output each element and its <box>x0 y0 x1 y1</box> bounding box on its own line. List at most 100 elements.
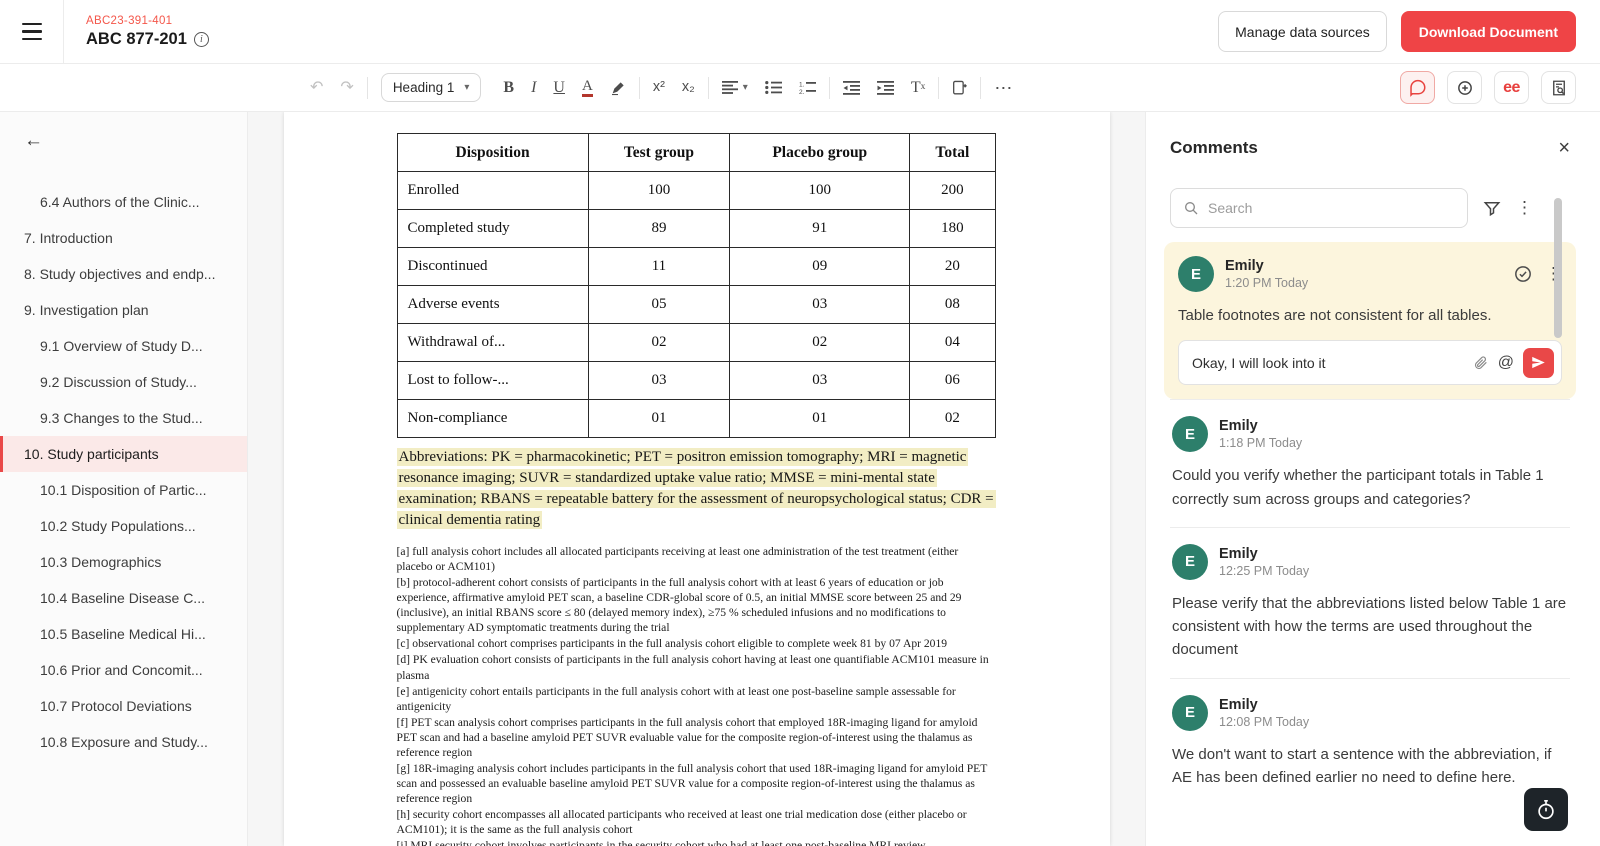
comment-author: Emily <box>1225 258 1264 274</box>
sidebar-item[interactable]: 9.2 Discussion of Study... <box>0 364 247 400</box>
avatar: E <box>1172 543 1208 580</box>
comment-search-input[interactable] <box>1208 200 1455 216</box>
avatar: E <box>1172 416 1208 453</box>
add-annotation-button[interactable] <box>1447 71 1482 104</box>
comments-menu-icon[interactable]: ⋮ <box>1516 198 1533 218</box>
sidebar-item[interactable]: 10. Study participants <box>0 436 247 472</box>
sidebar-item[interactable]: 10.5 Baseline Medical Hi... <box>0 616 247 652</box>
table-cell: Completed study <box>396 209 589 248</box>
reply-box: @ <box>1178 340 1562 386</box>
divider <box>938 76 940 99</box>
table-cell: Discontinued <box>396 247 589 286</box>
comments-toggle-button[interactable] <box>1400 71 1435 104</box>
superscript-button[interactable]: x² <box>653 80 665 95</box>
highlighter-icon[interactable] <box>610 80 626 96</box>
sidebar-item[interactable]: 10.2 Study Populations... <box>0 508 247 544</box>
document-page[interactable]: Disposition Test group Placebo group Total … <box>283 112 1110 846</box>
table-cell: Non-compliance <box>396 399 589 438</box>
comments-list: EEmily1:20 PM Today⋮Table footnotes are … <box>1164 242 1576 806</box>
chevron-down-icon: ▾ <box>742 81 748 93</box>
attach-icon[interactable] <box>1473 355 1489 371</box>
comments-panel-title: Comments <box>1170 138 1258 157</box>
redo-icon[interactable]: ↷ <box>340 79 353 96</box>
sidebar-item[interactable]: 10.6 Prior and Concomit... <box>0 652 247 688</box>
brand-logo: ee <box>1503 78 1520 96</box>
doc-table-body: Enrolled 100 100 200 Completed study 89 91 180 D… <box>396 171 996 438</box>
comment-time: 12:25 PM Today <box>1219 563 1310 578</box>
sidebar-item[interactable]: 9. Investigation plan <box>0 292 247 328</box>
comment-author: Emily <box>1219 696 1258 713</box>
table-row: Withdrawal of... 02 02 04 <box>396 323 996 362</box>
comment[interactable]: E Emily 12:25 PM Today Please verify that t… <box>1170 528 1570 678</box>
comment-time: 12:08 PM Today <box>1219 714 1310 729</box>
clear-formatting-x: x <box>920 81 926 92</box>
toc-list: 6.4 Authors of the Clinic... 7. Introduct… <box>0 184 247 760</box>
indent-button[interactable] <box>876 80 894 95</box>
table-cell: 01 <box>587 399 731 438</box>
comment-meta: Emily 12:08 PM Today <box>1219 697 1309 729</box>
sidebar-item[interactable]: 10.8 Exposure and Study... <box>0 724 247 760</box>
copy-format-icon[interactable] <box>952 80 968 96</box>
hamburger-menu-icon[interactable] <box>0 0 64 64</box>
table-cell: Withdrawal of... <box>396 323 589 362</box>
sidebar-item[interactable]: 10.3 Demographics <box>0 544 247 580</box>
numbered-list-button[interactable]: 1. 2. <box>799 81 816 95</box>
more-options-icon[interactable]: ⋯ <box>994 79 1012 97</box>
comment-text: Table footnotes are not consistent for a… <box>1178 307 1492 324</box>
bullet-list-button[interactable] <box>765 81 782 94</box>
sidebar-item[interactable]: 10.1 Disposition of Partic... <box>0 472 247 508</box>
highlighted-text: Abbreviations: PK = pharmacokinetic; PET… <box>396 448 996 529</box>
comment-header: E Emily 1:18 PM Today <box>1172 416 1568 453</box>
sidebar-item[interactable]: 6.4 Authors of the Clinic... <box>0 184 247 220</box>
sidebar-item[interactable]: 7. Introduction <box>0 220 247 256</box>
close-icon[interactable]: × <box>1558 138 1570 158</box>
divider <box>828 76 830 99</box>
table-cell: 89 <box>587 209 731 248</box>
table-cell: Lost to follow-... <box>396 361 589 400</box>
comment[interactable]: E Emily 12:08 PM Today We don't want to sta… <box>1170 679 1570 806</box>
timer-button[interactable] <box>1524 788 1568 831</box>
brand-logo-button[interactable]: ee <box>1494 71 1529 104</box>
text-color-button[interactable]: A <box>581 78 593 97</box>
table-header-cell: Placebo group <box>729 133 911 172</box>
sidebar-item[interactable]: 10.4 Baseline Disease C... <box>0 580 247 616</box>
back-button[interactable]: ← <box>0 130 247 152</box>
filter-icon[interactable] <box>1483 199 1501 217</box>
table-cell: 180 <box>909 209 996 248</box>
comment-search-box[interactable] <box>1170 188 1468 228</box>
comment-author: Emily <box>1219 418 1258 435</box>
divider <box>707 76 709 99</box>
scrollbar-thumb[interactable] <box>1554 198 1562 338</box>
document-search-button[interactable] <box>1541 71 1576 104</box>
sidebar-item[interactable]: 9.1 Overview of Study D... <box>0 328 247 364</box>
heading-style-dropdown[interactable]: Heading 1 ▾ <box>380 73 482 102</box>
subscript-button[interactable]: x₂ <box>682 80 695 95</box>
underline-button[interactable]: U <box>553 79 565 96</box>
svg-text:2.: 2. <box>799 89 805 95</box>
outdent-button[interactable] <box>842 80 860 95</box>
sidebar-item[interactable]: 8. Study objectives and endp... <box>0 256 247 292</box>
bold-button[interactable]: B <box>503 79 514 96</box>
italic-button[interactable]: I <box>531 79 536 96</box>
comment-header: E Emily 12:25 PM Today <box>1172 543 1568 580</box>
table-cell: 02 <box>587 323 731 362</box>
sidebar-item[interactable]: 9.3 Changes to the Stud... <box>0 400 247 436</box>
mention-icon[interactable]: @ <box>1498 354 1514 372</box>
resolve-comment-icon[interactable] <box>1513 264 1533 284</box>
download-document-button[interactable]: Download Document <box>1400 11 1576 52</box>
comment[interactable]: EEmily1:20 PM Today⋮Table footnotes are … <box>1164 242 1576 400</box>
toc-sidebar: ← 6.4 Authors of the Clinic... 7. Introdu… <box>0 112 248 846</box>
align-dropdown[interactable]: ▾ <box>721 81 748 94</box>
table-cell: 20 <box>909 247 996 286</box>
disposition-table: Disposition Test group Placebo group Total … <box>396 133 996 438</box>
comment[interactable]: E Emily 1:18 PM Today Could you verify whet… <box>1170 400 1570 527</box>
sidebar-item[interactable]: 10.7 Protocol Deviations <box>0 688 247 724</box>
reply-input[interactable] <box>1192 354 1464 371</box>
info-icon[interactable]: i <box>193 31 209 47</box>
manage-data-sources-button[interactable]: Manage data sources <box>1218 11 1387 52</box>
send-reply-button[interactable] <box>1523 347 1554 378</box>
clear-formatting-button[interactable]: Tx <box>911 79 926 96</box>
avatar: E <box>1178 256 1214 292</box>
undo-icon[interactable]: ↶ <box>310 79 323 96</box>
comment-text: Could you verify whether the participant… <box>1172 467 1544 508</box>
